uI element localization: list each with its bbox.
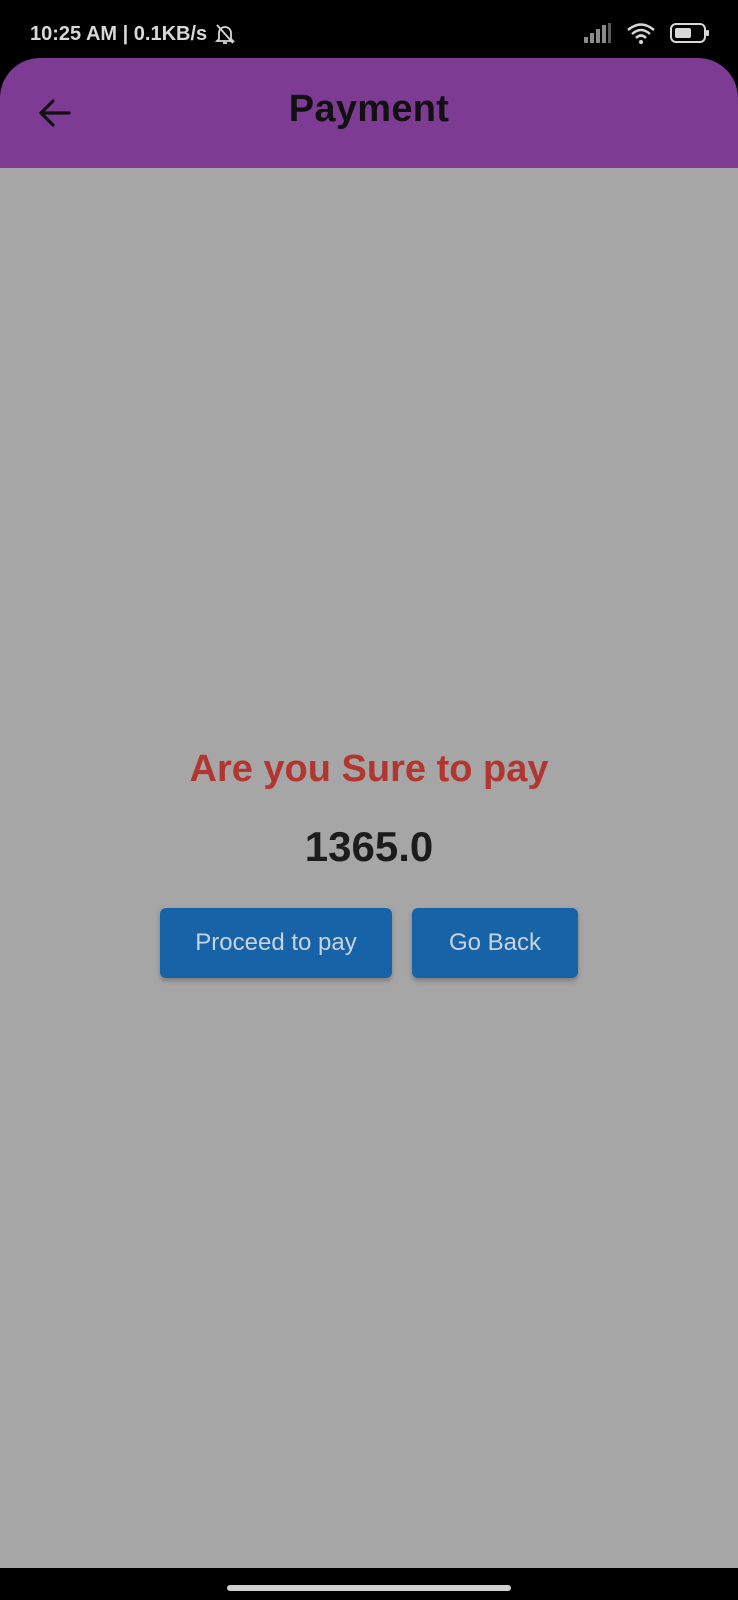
signal-icon bbox=[584, 23, 612, 48]
status-time-speed: 10:25 AM | 0.1KB/s bbox=[30, 22, 208, 45]
dimmed-content: Are you Sure to pay 1365.0 Proceed to pa… bbox=[0, 168, 738, 1568]
status-bar: 10:25 AM | 0.1KB/s bbox=[0, 0, 738, 58]
home-indicator[interactable] bbox=[227, 1585, 511, 1591]
status-right bbox=[584, 22, 710, 49]
page-title: Payment bbox=[288, 88, 450, 130]
navigation-bar bbox=[0, 1568, 738, 1600]
proceed-to-pay-button[interactable]: Proceed to pay bbox=[160, 908, 392, 978]
confirm-question: Are you Sure to pay bbox=[189, 748, 549, 790]
status-left: 10:25 AM | 0.1KB/s bbox=[30, 22, 237, 46]
wifi-icon bbox=[626, 22, 656, 49]
screen: 10:25 AM | 0.1KB/s Payment Are you Sure … bbox=[0, 0, 738, 1600]
payment-amount: 1365.0 bbox=[304, 823, 434, 870]
app-bar: Payment bbox=[0, 58, 738, 168]
battery-icon bbox=[670, 23, 710, 48]
bell-off-icon bbox=[213, 22, 237, 46]
go-back-button[interactable]: Go Back bbox=[412, 908, 578, 978]
